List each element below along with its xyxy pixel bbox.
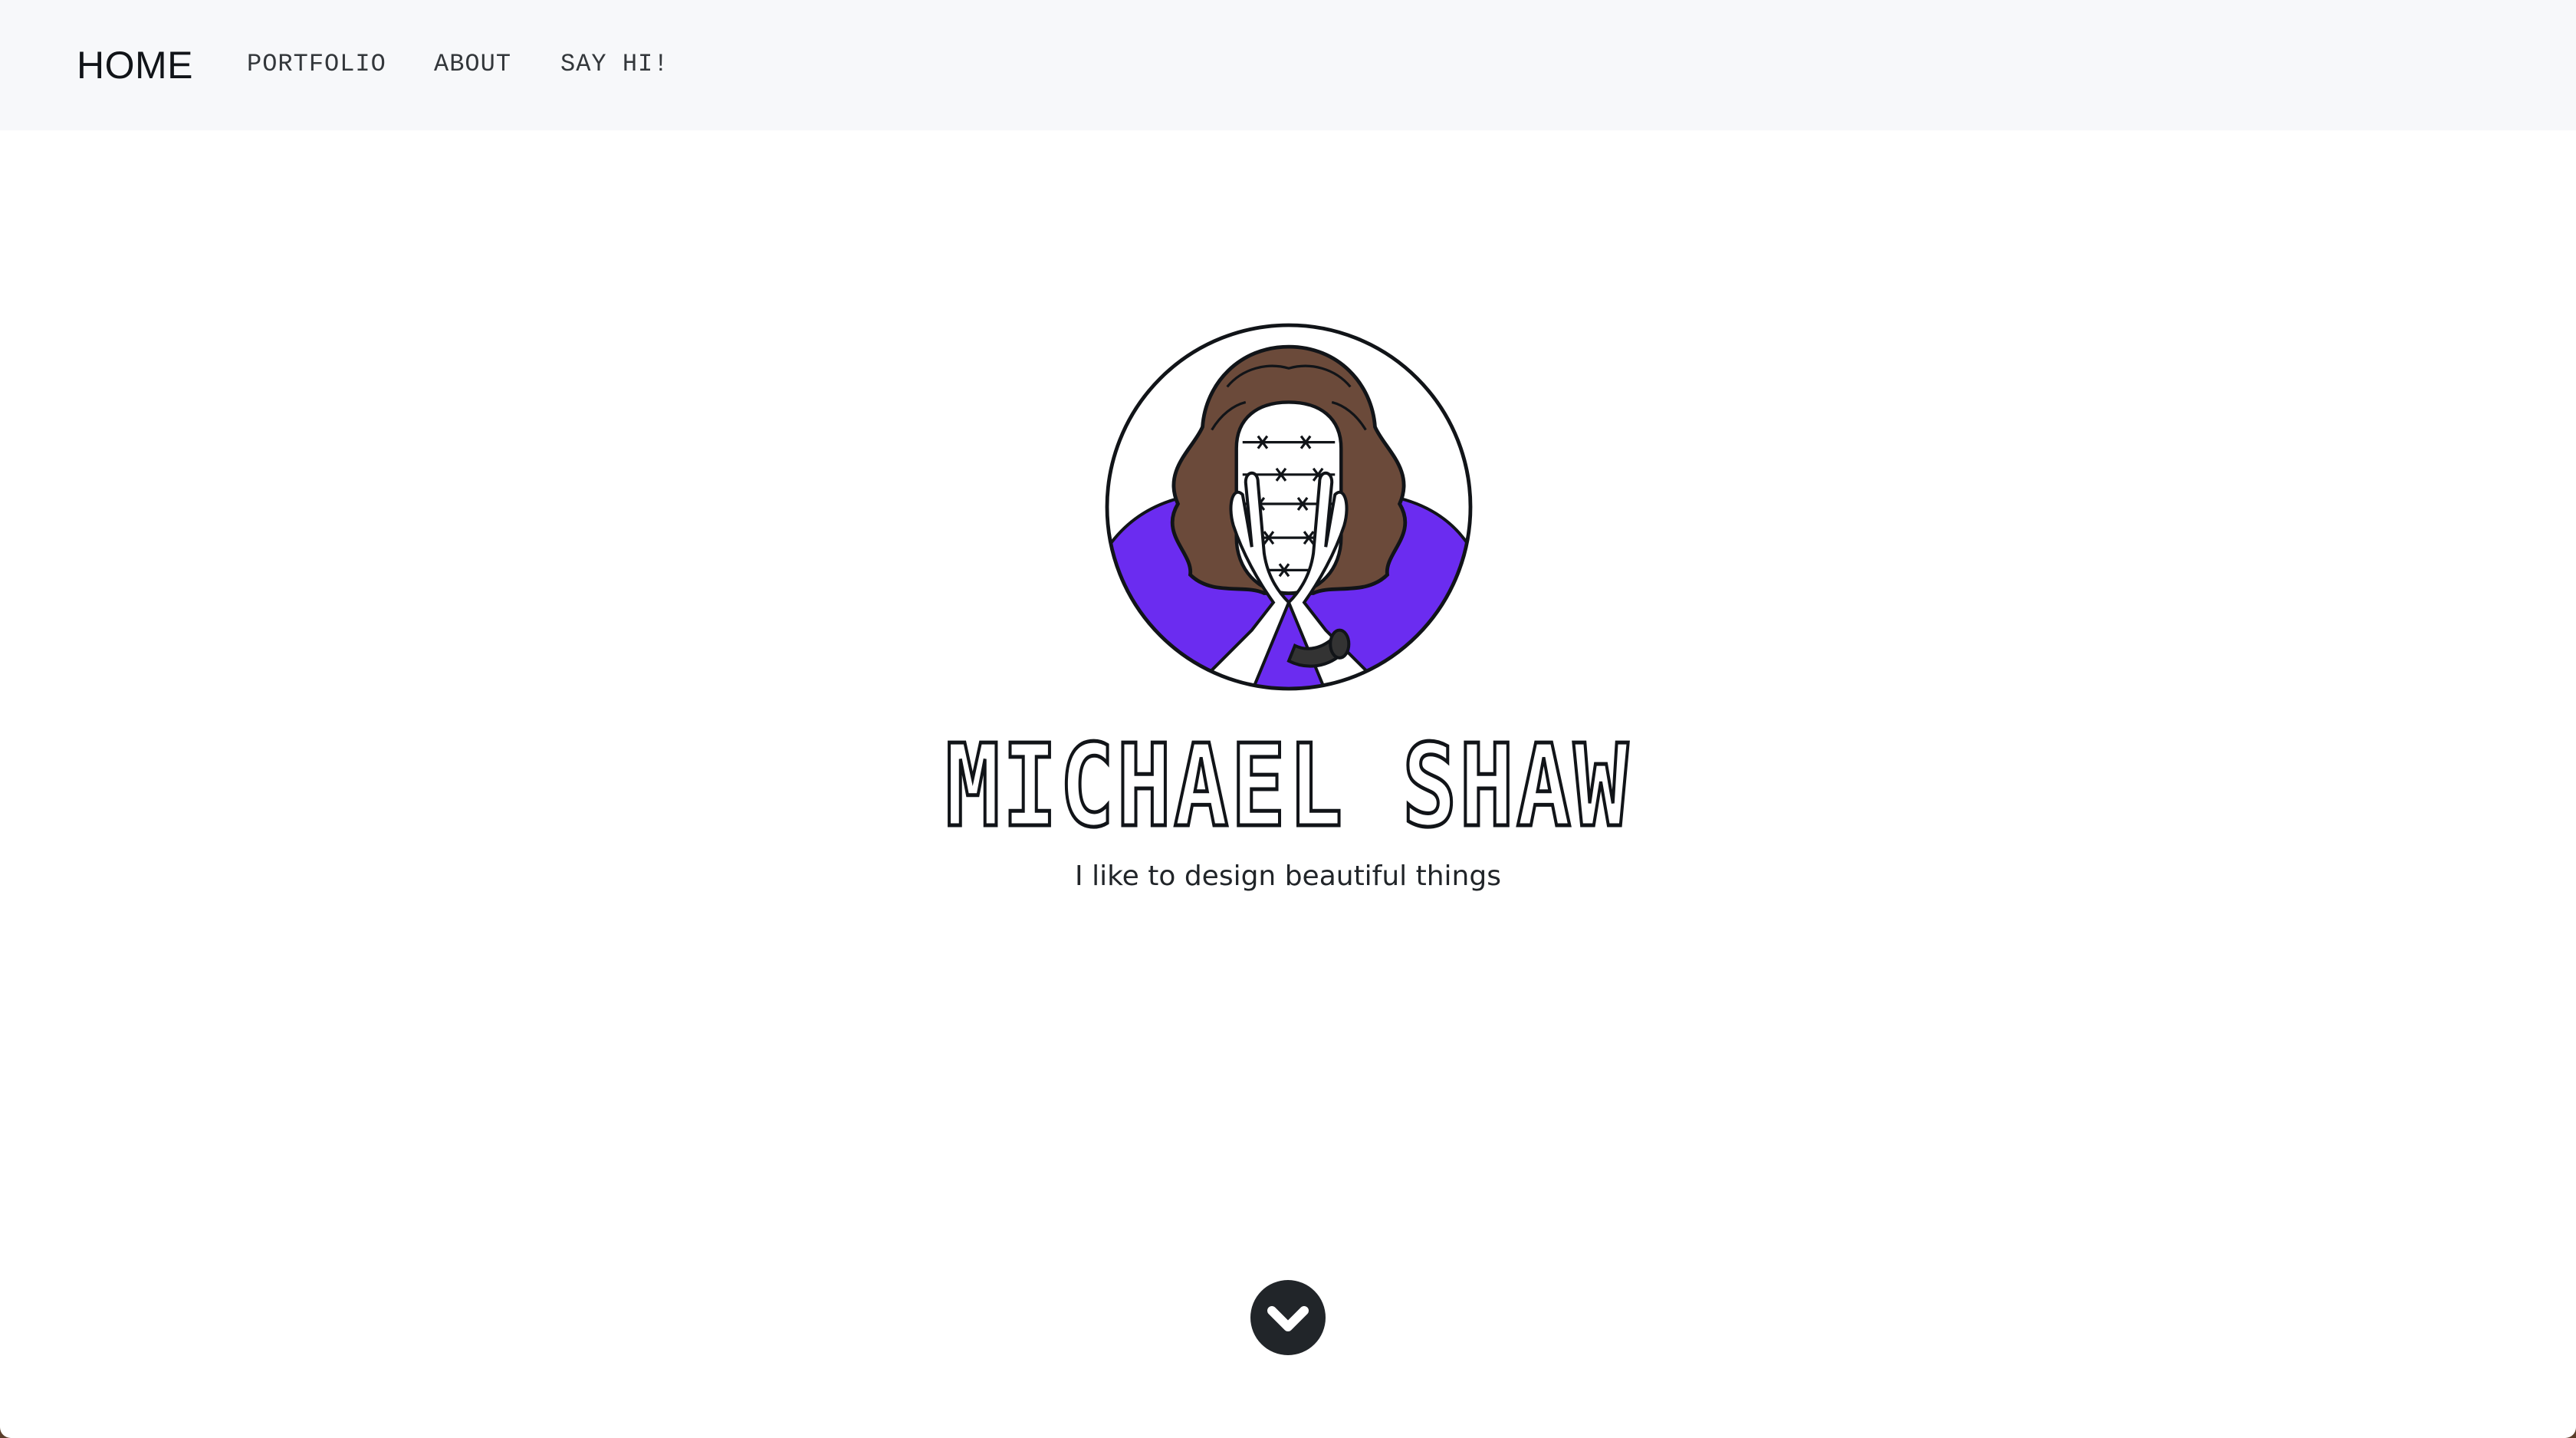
page: HOME PORTFOLIO ABOUT SAY HI! MICHAEL SHA…	[0, 0, 2576, 1438]
hero-tagline: I like to design beautiful things	[1075, 860, 1501, 892]
chevron-down-icon	[1267, 1306, 1309, 1331]
nav-link-about[interactable]: ABOUT	[434, 48, 511, 81]
nav-link-portfolio[interactable]: PORTFOLIO	[247, 48, 386, 81]
avatar-portrait	[1105, 323, 1473, 691]
nav-link-say-hi[interactable]: SAY HI!	[560, 48, 669, 81]
scroll-down-button[interactable]	[1250, 1280, 1326, 1355]
navbar: HOME PORTFOLIO ABOUT SAY HI!	[0, 0, 2576, 130]
home-link[interactable]: HOME	[77, 40, 193, 90]
hero-name: MICHAEL SHAW	[944, 719, 1631, 854]
